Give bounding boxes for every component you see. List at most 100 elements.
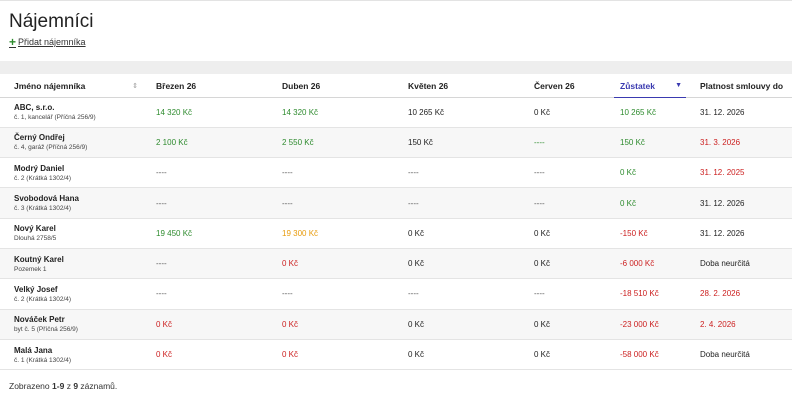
table-row[interactable]: Nový Karel Dlouhá 2758/5 19 450 Kč 19 300…	[0, 218, 792, 249]
tenant-name[interactable]: Malá Jana	[14, 346, 142, 355]
sort-desc-icon: ▼	[675, 82, 682, 89]
may-value: ----	[394, 157, 520, 189]
march-value: 14 320 Kč	[142, 97, 268, 128]
column-header-march[interactable]: Březen 26	[142, 75, 268, 98]
april-value: 0 Kč	[268, 339, 394, 371]
table-row[interactable]: Velký Josef č. 2 (Krátká 1302/4) ---- ---…	[0, 278, 792, 310]
table-header-row: Jméno nájemníka ⇕ Březen 26 Duben 26 Kvě…	[0, 75, 792, 98]
tenant-cell: Koutný Karel Pozemek 1	[0, 248, 142, 280]
march-value: 0 Kč	[142, 309, 268, 340]
tenant-cell: Malá Jana č. 1 (Krátká 1302/4)	[0, 339, 142, 371]
column-header-balance[interactable]: Zůstatek ▼	[606, 75, 686, 98]
march-value: ----	[142, 187, 268, 219]
top-divider	[0, 0, 792, 1]
table-row[interactable]: Modrý Daniel č. 2 (Krátká 1302/4) ---- --…	[0, 157, 792, 189]
tenant-unit: č. 1, kancelář (Příčná 256/9)	[14, 114, 96, 122]
validity-value: 31. 12. 2026	[686, 218, 792, 249]
april-value: ----	[268, 157, 394, 189]
may-value: 10 265 Kč	[394, 97, 520, 128]
tenant-cell: ABC, s.r.o. č. 1, kancelář (Příčná 256/9)	[0, 97, 142, 128]
tenant-unit: č. 4, garáž (Příčná 256/9)	[14, 144, 88, 152]
sort-icon: ⇕	[132, 83, 138, 90]
validity-value: 2. 4. 2026	[686, 309, 792, 340]
march-value: 2 100 Kč	[142, 127, 268, 159]
balance-value: -58 000 Kč	[606, 339, 686, 371]
tenant-unit: Dlouhá 2758/5	[14, 235, 57, 243]
may-value: ----	[394, 187, 520, 219]
balance-value: -150 Kč	[606, 218, 686, 249]
validity-value: 31. 12. 2025	[686, 157, 792, 189]
tenant-name[interactable]: Nováček Petr	[14, 315, 142, 324]
tenant-name[interactable]: Velký Josef	[14, 285, 142, 294]
april-value: 14 320 Kč	[268, 97, 394, 128]
tenant-cell: Modrý Daniel č. 2 (Krátká 1302/4)	[0, 157, 142, 189]
table-row[interactable]: Svobodová Hana č. 3 (Krátká 1302/4) ---- …	[0, 187, 792, 219]
column-header-validity[interactable]: Platnost smlouvy do	[686, 75, 792, 98]
add-tenant-link[interactable]: + Přidat nájemníka	[9, 35, 86, 49]
validity-value: 31. 12. 2026	[686, 187, 792, 219]
tenant-unit: č. 2 (Krátká 1302/4)	[14, 174, 72, 182]
add-tenant-label: Přidat nájemníka	[18, 37, 86, 47]
may-value: 0 Kč	[394, 248, 520, 280]
tenants-table: Jméno nájemníka ⇕ Březen 26 Duben 26 Kvě…	[0, 75, 792, 371]
tenant-unit: č. 1 (Krátká 1302/4)	[14, 356, 72, 364]
tenant-cell: Velký Josef č. 2 (Krátká 1302/4)	[0, 278, 142, 310]
page-title: Nájemníci	[9, 11, 94, 32]
column-header-june[interactable]: Červen 26	[520, 75, 606, 98]
tenant-name[interactable]: ABC, s.r.o.	[14, 103, 142, 112]
march-value: ----	[142, 157, 268, 189]
april-value: 0 Kč	[268, 248, 394, 280]
column-header-april[interactable]: Duben 26	[268, 75, 394, 98]
balance-value: -23 000 Kč	[606, 309, 686, 340]
june-value: 0 Kč	[520, 339, 606, 371]
april-value: ----	[268, 187, 394, 219]
table-row[interactable]: ABC, s.r.o. č. 1, kancelář (Příčná 256/9)…	[0, 97, 792, 128]
april-value: ----	[268, 278, 394, 310]
column-header-name[interactable]: Jméno nájemníka ⇕	[0, 75, 142, 98]
june-value: 0 Kč	[520, 248, 606, 280]
validity-value: Doba neurčitá	[686, 248, 792, 280]
tenant-cell: Svobodová Hana č. 3 (Krátká 1302/4)	[0, 187, 142, 219]
table-row[interactable]: Černý Ondřej č. 4, garáž (Příčná 256/9) 2…	[0, 127, 792, 159]
may-value: 150 Kč	[394, 127, 520, 159]
validity-value: 31. 3. 2026	[686, 127, 792, 159]
june-value: ----	[520, 278, 606, 310]
june-value: 0 Kč	[520, 218, 606, 249]
tenant-name[interactable]: Nový Karel	[14, 224, 142, 233]
tenant-name[interactable]: Koutný Karel	[14, 255, 142, 264]
june-value: ----	[520, 187, 606, 219]
may-value: 0 Kč	[394, 309, 520, 340]
balance-value: 0 Kč	[606, 187, 686, 219]
tenant-name[interactable]: Černý Ondřej	[14, 133, 142, 142]
tenant-cell: Nový Karel Dlouhá 2758/5	[0, 218, 142, 249]
june-value: ----	[520, 157, 606, 189]
tenant-unit: č. 3 (Krátká 1302/4)	[14, 205, 72, 213]
tenant-unit: byt č. 5 (Příčná 256/9)	[14, 326, 78, 334]
records-summary: Zobrazeno 1-9 z 9 záznamů.	[9, 381, 118, 391]
april-value: 0 Kč	[268, 309, 394, 340]
balance-value: 10 265 Kč	[606, 97, 686, 128]
validity-value: 28. 2. 2026	[686, 278, 792, 310]
table-row[interactable]: Koutný Karel Pozemek 1 ---- 0 Kč 0 Kč 0 K…	[0, 248, 792, 280]
april-value: 2 550 Kč	[268, 127, 394, 159]
tenant-unit: č. 2 (Krátká 1302/4)	[14, 295, 72, 303]
tenant-unit: Pozemek 1	[14, 265, 47, 273]
plus-icon: +	[9, 35, 17, 49]
sort-underline	[614, 96, 686, 98]
toolbar-band	[0, 61, 792, 74]
june-value: ----	[520, 127, 606, 159]
tenant-name[interactable]: Modrý Daniel	[14, 164, 142, 173]
validity-value: Doba neurčitá	[686, 339, 792, 371]
balance-value: -18 510 Kč	[606, 278, 686, 310]
may-value: ----	[394, 278, 520, 310]
table-row[interactable]: Malá Jana č. 1 (Krátká 1302/4) 0 Kč 0 Kč …	[0, 339, 792, 371]
balance-value: 150 Kč	[606, 127, 686, 159]
tenant-cell: Černý Ondřej č. 4, garáž (Příčná 256/9)	[0, 127, 142, 159]
table-row[interactable]: Nováček Petr byt č. 5 (Příčná 256/9) 0 Kč…	[0, 309, 792, 340]
column-header-may[interactable]: Květen 26	[394, 75, 520, 98]
may-value: 0 Kč	[394, 218, 520, 249]
march-value: ----	[142, 248, 268, 280]
june-value: 0 Kč	[520, 309, 606, 340]
april-value: 19 300 Kč	[268, 218, 394, 249]
tenant-name[interactable]: Svobodová Hana	[14, 194, 142, 203]
